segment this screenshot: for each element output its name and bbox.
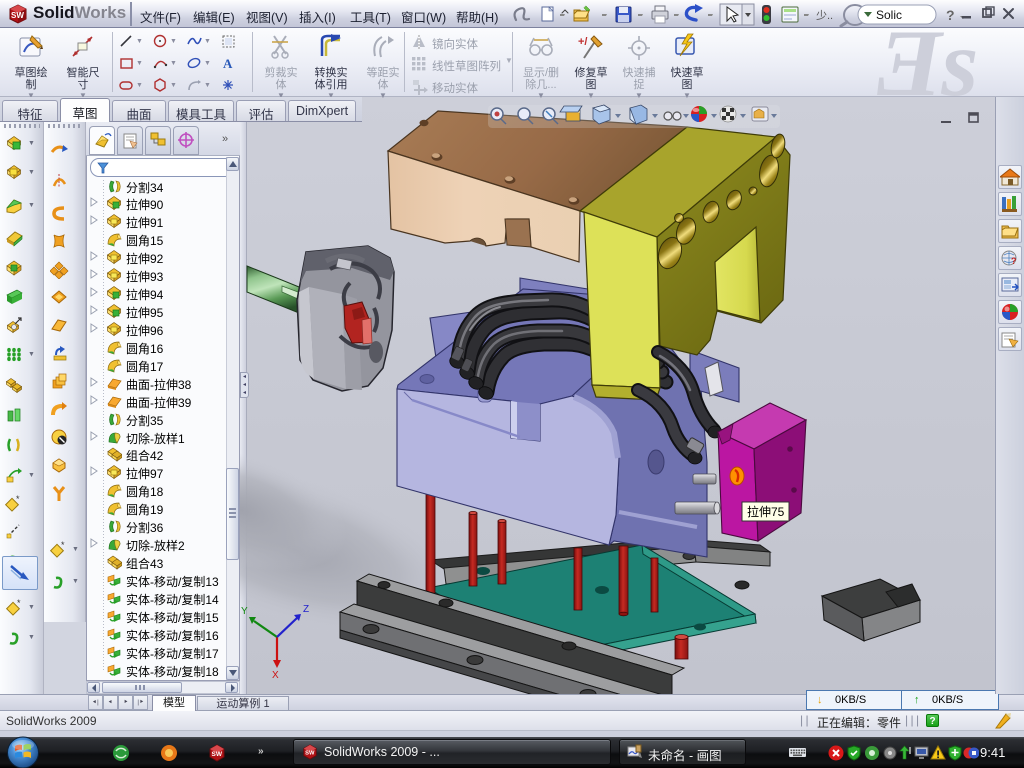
svg-text:*: *: [61, 540, 65, 550]
svg-text:拉伸75: 拉伸75: [747, 504, 785, 519]
svg-text:SW: SW: [11, 11, 24, 20]
svg-text:SW: SW: [305, 751, 315, 757]
svg-text:少..: 少..: [816, 9, 833, 22]
svg-text:SW: SW: [212, 751, 223, 758]
svg-text:?: ?: [1011, 256, 1017, 266]
svg-text:»: »: [258, 746, 264, 757]
svg-text:Z: Z: [303, 604, 309, 615]
svg-text:+/: +/: [578, 36, 587, 48]
svg-text:*: *: [17, 598, 21, 608]
svg-text:Y: Y: [241, 606, 248, 617]
svg-text:A: A: [223, 56, 233, 71]
svg-text:*: *: [16, 494, 20, 504]
svg-text:X: X: [272, 670, 279, 681]
